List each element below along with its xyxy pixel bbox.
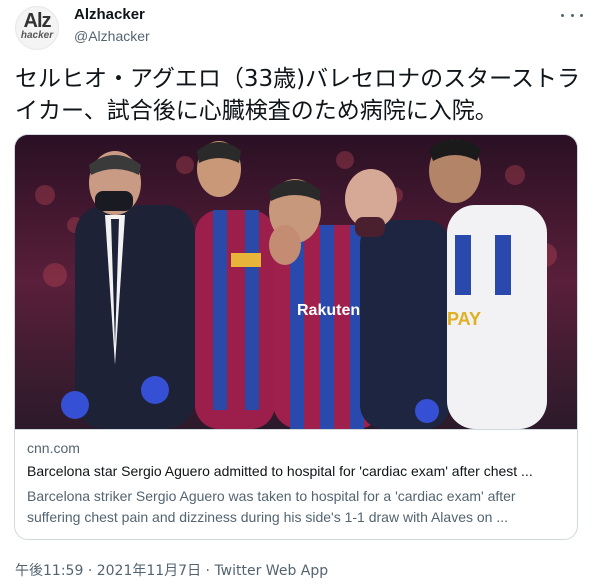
- card-meta[interactable]: cnn.com Barcelona star Sergio Aguero adm…: [15, 429, 577, 539]
- tweet-header: Alz hacker Alzhacker @Alzhacker: [15, 6, 583, 50]
- card-image[interactable]: Rakuten PAY: [15, 135, 577, 429]
- tweet-text: セルヒオ・アグエロ（33歳)バレセロナのスターストライカー、試合後に心臓検査のた…: [15, 66, 580, 124]
- avatar-logo-subtext: hacker: [20, 30, 54, 41]
- stadium-photo: Rakuten PAY: [15, 135, 577, 429]
- author-names: Alzhacker @Alzhacker: [74, 6, 150, 46]
- more-options-icon[interactable]: [561, 6, 583, 24]
- card-title[interactable]: Barcelona star Sergio Aguero admitted to…: [27, 463, 567, 479]
- card-domain: cnn.com: [27, 440, 80, 456]
- shirt-sponsor-text: Rakuten: [297, 302, 360, 319]
- link-preview-card[interactable]: Rakuten PAY cnn.com Barcelona star Sergi…: [14, 134, 578, 540]
- tweet-source[interactable]: Twitter Web App: [214, 563, 328, 579]
- display-name[interactable]: Alzhacker: [74, 6, 150, 24]
- tweet-footer: 午後11:59 · 2021年11月7日 · Twitter Web App: [15, 560, 328, 580]
- tweet-date[interactable]: 2021年11月7日: [97, 563, 201, 579]
- tweet-time[interactable]: 午後11:59: [15, 563, 83, 579]
- footer-separator: ·: [87, 563, 93, 579]
- avatar[interactable]: Alz hacker: [15, 6, 59, 50]
- user-handle[interactable]: @Alzhacker: [74, 26, 150, 46]
- card-description: Barcelona striker Sergio Aguero was take…: [27, 488, 516, 525]
- opponent-sponsor-text: PAY: [447, 309, 481, 329]
- footer-separator-2: ·: [205, 563, 210, 579]
